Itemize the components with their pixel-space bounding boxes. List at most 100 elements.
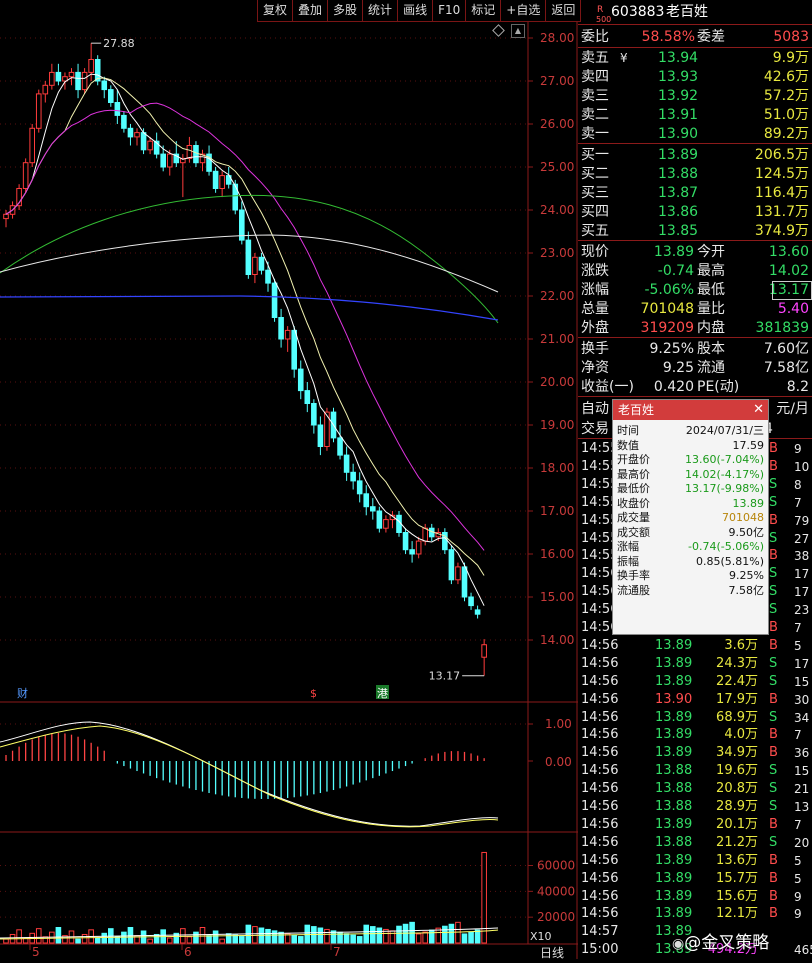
volume-bar [324, 928, 330, 944]
toolbar-back-button[interactable]: 返回 [545, 0, 582, 22]
volume-bar [81, 933, 88, 944]
trade-row[interactable]: 14:56 13.88 20.8万 S 21 [578, 780, 812, 798]
trade-side: B [769, 512, 778, 528]
popup-row: 最低价 13.17(-9.98%) [613, 482, 768, 496]
candle-body [383, 519, 389, 529]
popup-row-value: 2024/07/31/三 [685, 424, 764, 437]
fin-label: 收益(一) [581, 379, 634, 395]
popup-row-value: 13.17(-9.98%) [685, 482, 764, 495]
trade-side: S [769, 781, 778, 797]
trade-row[interactable]: 14:56 13.90 17.9万 B 30 [578, 691, 812, 709]
candle-body [186, 145, 193, 159]
trade-row[interactable]: 14:56 13.88 19.6万 S 15 [578, 762, 812, 780]
quote-label-2: 最高 [697, 263, 725, 279]
toolbar-restore-right-button[interactable]: 复权 [257, 0, 294, 22]
ask-label: 卖二 [581, 107, 609, 123]
trade-volume: 22.4万 [716, 673, 758, 689]
bid-volume: 131.7万 [754, 204, 809, 220]
bid-label: 买五 [581, 223, 609, 239]
trade-row[interactable]: 14:56 13.89 12.1万 B 9 [578, 905, 812, 923]
volume-bar [180, 928, 186, 944]
ask-row: 卖二 13.91 51.0万 [578, 106, 812, 124]
volume-bar [474, 929, 481, 944]
price-tick-label: 16.00 [540, 547, 574, 561]
kline-chart[interactable]: 28.00 27.00 26.00 25.00 24.00 23.00 22.00 21.00… [0, 0, 578, 960]
volume-bar [291, 934, 297, 944]
quote-label-2: 量比 [697, 301, 725, 317]
candle-body [422, 527, 428, 542]
popup-row-label: 换手率 [617, 569, 650, 582]
kline-chart-panel[interactable]: 28.00 27.00 26.00 25.00 24.00 23.00 22.00 21.00… [0, 0, 578, 960]
diff-label: 委差 [697, 29, 725, 45]
trade-row[interactable]: 14:56 13.89 15.6万 B 9 [578, 888, 812, 906]
candle-body [81, 71, 88, 91]
trade-row[interactable]: 14:56 13.89 22.4万 S 15 [578, 673, 812, 691]
trade-header-2-left: 交易 [581, 421, 609, 437]
candle-body [409, 549, 415, 555]
toolbar-overlay-button[interactable]: 叠加 [292, 0, 329, 22]
trade-count: 13 [794, 800, 810, 814]
trade-price: 13.89 [655, 745, 693, 761]
toolbar-multi-stock-button[interactable]: 多股 [327, 0, 364, 22]
ask-price: 13.91 [658, 107, 699, 123]
volume-bar [376, 927, 383, 944]
volume-tick-label: 40000 [537, 884, 575, 898]
trade-row[interactable]: 14:56 13.89 20.1万 B 7 [578, 816, 812, 834]
trade-count: 7 [794, 621, 802, 635]
volume-tick-label: 60000 [537, 859, 575, 873]
candle-body [35, 93, 42, 129]
stock-name: 老百姓 [666, 4, 708, 20]
trade-row[interactable]: 14:56 13.88 21.2万 S 20 [578, 834, 812, 852]
price-tick-label: 27.00 [540, 74, 574, 88]
fin-row: 收益(一) 0.420 PE(动) 8.2 [578, 378, 812, 396]
popup-row-value: 13.89 [732, 496, 765, 510]
trade-row[interactable]: 14:56 13.88 28.9万 S 13 [578, 798, 812, 816]
close-icon[interactable]: ✕ [753, 400, 764, 420]
trade-row[interactable]: 14:56 13.89 24.3万 S 17 [578, 655, 812, 673]
quote-label: 总量 [581, 301, 609, 317]
trade-count: 34 [794, 710, 810, 725]
volume-bar [389, 930, 396, 944]
fin-value: 0.420 [653, 379, 694, 395]
trade-volume: 34.9万 [716, 745, 758, 761]
ask-label: 卖三 [581, 88, 609, 104]
low-price-highlight-box [772, 281, 812, 300]
toolbar-f10-button[interactable]: F10 [432, 0, 467, 22]
popup-row: 收盘价 13.89 [613, 497, 768, 511]
trade-row[interactable]: 14:56 13.89 34.9万 B 36 [578, 744, 812, 762]
toolbar-draw-button[interactable]: 画线 [397, 0, 434, 22]
trade-time: 14:56 [581, 637, 619, 653]
toolbar-mark-button[interactable]: 标记 [465, 0, 502, 22]
quote-row: 总量 701048 量比 5.40 [578, 300, 812, 318]
candle-body [304, 390, 311, 405]
volume-bar [370, 926, 376, 944]
trade-row[interactable]: 14:56 13.89 3.6万 B 5 [578, 637, 812, 655]
trade-row[interactable]: 14:56 13.89 15.7万 B 5 [578, 870, 812, 888]
trade-count: 7 [794, 817, 802, 832]
trade-volume: 12.1万 [716, 906, 758, 922]
price-tick-label: 19.00 [540, 418, 574, 432]
fin-label-2: 股本 [697, 341, 725, 357]
quote-value-2: 13.60 [768, 244, 809, 260]
trade-side: B [769, 637, 778, 653]
volume-bar [343, 933, 350, 944]
quote-value: -0.74 [657, 263, 694, 279]
candle-body [193, 145, 199, 164]
toolbar-stats-button[interactable]: 统计 [362, 0, 399, 22]
scroll-up-button[interactable]: ▲ [511, 24, 525, 38]
month-label: 5 [32, 945, 40, 959]
trade-row[interactable]: 14:56 13.89 68.9万 S 34 [578, 709, 812, 727]
toolbar-add-watchlist-button[interactable]: +自选 [500, 0, 547, 22]
volume-bar [212, 930, 219, 944]
candle-body [101, 80, 108, 91]
trade-row[interactable]: 14:56 13.89 13.6万 B 5 [578, 852, 812, 870]
bid-price: 13.89 [658, 147, 699, 163]
popup-row-value: 13.60(-7.04%) [685, 453, 764, 466]
candle-body [75, 71, 81, 91]
popup-row-value: 701048 [722, 511, 764, 524]
popup-row-label: 成交量 [617, 511, 650, 524]
candle-body [271, 282, 278, 319]
candle-body [363, 493, 370, 508]
candle-body [49, 71, 55, 86]
trade-row[interactable]: 14:56 13.89 4.0万 B 7 [578, 726, 812, 744]
